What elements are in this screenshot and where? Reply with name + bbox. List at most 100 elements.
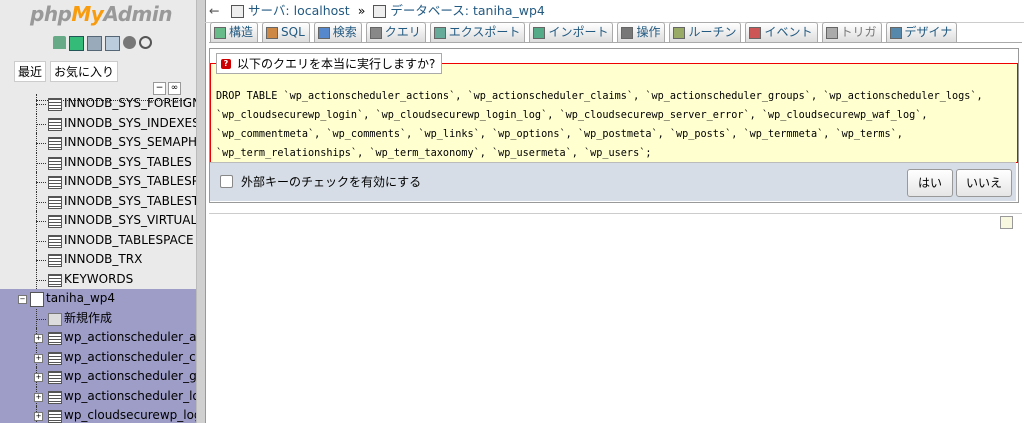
fk-checks-checkbox[interactable] <box>220 175 233 188</box>
tree-table-row[interactable]: INNODB_TRX <box>0 250 196 270</box>
tab-operations[interactable]: 操作 <box>617 22 666 42</box>
tree-db-table-row[interactable]: + wp_actionscheduler_cla <box>0 347 196 367</box>
table-name[interactable]: wp_actionscheduler_lo <box>64 387 196 406</box>
table-icon[interactable] <box>48 176 62 189</box>
recent-favorites-tabs: 最近 お気に入り <box>14 61 119 82</box>
table-icon[interactable] <box>48 410 62 423</box>
confirm-sql-query: DROP TABLE `wp_actionscheduler_actions`,… <box>216 91 983 159</box>
tree-db-table-row[interactable]: + wp_actionscheduler_gr <box>0 367 196 387</box>
tree-branch <box>36 318 46 320</box>
table-name[interactable]: wp_actionscheduler_ac <box>64 328 196 347</box>
tree-table-row[interactable]: INNODB_SYS_TABLESP <box>0 172 196 192</box>
new-table-icon[interactable] <box>48 312 62 326</box>
tree-branch <box>36 221 46 222</box>
tree-new-row[interactable]: 新規作成 <box>0 308 196 328</box>
no-button[interactable]: いいえ <box>956 169 1012 197</box>
table-name[interactable]: INNODB_TABLESPACE <box>64 231 194 250</box>
tab-designer[interactable]: デザイナ <box>885 22 958 42</box>
tab-export[interactable]: エクスポート <box>429 22 526 42</box>
tree-table-row[interactable]: INNODB_TABLESPACE <box>0 230 196 250</box>
table-icon[interactable] <box>48 351 62 365</box>
table-name[interactable]: INNODB_SYS_SEMAPH <box>64 133 196 152</box>
tree-table-row[interactable]: INNODB_SYS_TABLEST <box>0 191 196 211</box>
table-icon[interactable] <box>48 156 62 170</box>
breadcrumb-server[interactable]: localhost <box>294 0 350 22</box>
tree-table-row[interactable]: INNODB_SYS_TABLES <box>0 152 196 172</box>
tab-structure[interactable]: 構造 <box>210 22 259 42</box>
yes-button[interactable]: はい <box>907 169 953 197</box>
table-name[interactable]: INNODB_SYS_VIRTUAL <box>64 211 196 230</box>
table-icon[interactable] <box>48 254 62 267</box>
docs-icon[interactable] <box>87 36 102 51</box>
tab-search[interactable]: 検索 <box>313 22 362 42</box>
logo-my: My <box>71 2 104 26</box>
tab-label: 構造 <box>229 25 254 39</box>
collapse-nav-arrow-icon[interactable]: ← <box>209 0 219 22</box>
table-icon[interactable] <box>48 117 62 131</box>
tree-db-table-row[interactable]: + wp_cloudsecurewp_logi <box>0 406 196 423</box>
recent-tab[interactable]: 最近 <box>14 61 47 82</box>
tree-table-row[interactable]: INNODB_SYS_SEMAPH <box>0 133 196 153</box>
database-tabs: 構造 SQL 検索 クエリ エクスポート インポート 操作 ルーチン イベント トリガ デザイナ <box>210 22 958 42</box>
tree-table-row[interactable]: INNODB_SYS_FOREIGN <box>0 94 196 114</box>
tab-triggers[interactable]: トリガ <box>821 22 882 42</box>
table-icon[interactable] <box>48 98 62 111</box>
table-name[interactable]: INNODB_SYS_TABLES <box>64 153 192 172</box>
tab-query[interactable]: クエリ <box>365 22 426 42</box>
tab-events[interactable]: イベント <box>745 22 818 42</box>
table-icon[interactable] <box>48 234 62 248</box>
collapse-db-icon[interactable]: − <box>18 295 27 304</box>
logout-icon[interactable] <box>69 36 84 51</box>
table-name[interactable]: wp_cloudsecurewp_logi <box>64 406 196 423</box>
table-icon[interactable] <box>48 195 62 209</box>
expand-table-icon[interactable]: + <box>34 373 43 382</box>
database-icon[interactable] <box>30 292 44 307</box>
expand-table-icon[interactable]: + <box>34 353 43 363</box>
table-icon[interactable] <box>48 137 62 150</box>
tree-db-table-row[interactable]: + wp_actionscheduler_lo <box>0 386 196 406</box>
tree-db-table-row[interactable]: + wp_actionscheduler_ac <box>0 328 196 348</box>
expand-table-icon[interactable]: + <box>34 412 43 421</box>
sql-icon <box>266 26 279 39</box>
table-name[interactable]: INNODB_SYS_INDEXES <box>64 114 196 133</box>
table-icon[interactable] <box>48 332 62 345</box>
settings-gear-icon[interactable] <box>123 36 136 49</box>
favorites-tab[interactable]: お気に入り <box>50 61 119 82</box>
reload-icon[interactable] <box>139 36 152 49</box>
home-icon[interactable] <box>53 36 66 49</box>
phpmyadmin-logo[interactable]: phpMyAdmin <box>30 2 172 26</box>
fk-checks-toggle[interactable]: 外部キーのチェックを有効にする <box>220 173 421 190</box>
tree-branch <box>36 182 46 183</box>
breadcrumb-db-label[interactable]: データベース: <box>390 0 469 22</box>
console-toggle-icon[interactable] <box>1000 216 1013 229</box>
table-name[interactable]: INNODB_SYS_TABLEST <box>64 192 196 211</box>
expand-table-icon[interactable]: + <box>34 334 43 343</box>
table-name[interactable]: INNODB_SYS_FOREIGN <box>64 94 196 113</box>
expand-table-icon[interactable]: + <box>34 392 43 402</box>
tree-branch <box>36 279 46 281</box>
table-name[interactable]: wp_actionscheduler_gr <box>64 367 196 386</box>
table-name[interactable]: KEYWORDS <box>64 270 133 289</box>
table-icon[interactable] <box>48 371 62 384</box>
table-icon[interactable] <box>48 215 62 228</box>
tree-branch <box>36 162 46 164</box>
sql-docs-icon[interactable] <box>105 36 120 51</box>
designer-icon <box>889 26 902 39</box>
breadcrumb-database[interactable]: taniha_wp4 <box>473 0 545 22</box>
confirm-legend: ? 以下のクエリを本当に実行しますか? <box>216 53 443 74</box>
table-icon[interactable] <box>48 273 62 287</box>
table-name[interactable]: INNODB_SYS_TABLESP <box>64 172 196 191</box>
table-icon[interactable] <box>48 390 62 404</box>
tree-table-row[interactable]: INNODB_SYS_INDEXES <box>0 113 196 133</box>
table-name[interactable]: INNODB_TRX <box>64 250 142 269</box>
breadcrumb-server-label[interactable]: サーバ: <box>248 0 290 22</box>
tree-table-row[interactable]: KEYWORDS <box>0 269 196 289</box>
tab-sql[interactable]: SQL <box>262 22 310 42</box>
tree-table-row[interactable]: INNODB_SYS_VIRTUAL <box>0 211 196 231</box>
new-table-link[interactable]: 新規作成 <box>64 309 112 328</box>
tree-database-row[interactable]: − taniha_wp4 <box>0 289 196 309</box>
table-name[interactable]: wp_actionscheduler_cla <box>64 348 196 367</box>
tab-import[interactable]: インポート <box>529 22 614 42</box>
tab-routines[interactable]: ルーチン <box>669 22 742 42</box>
database-name[interactable]: taniha_wp4 <box>46 289 115 308</box>
